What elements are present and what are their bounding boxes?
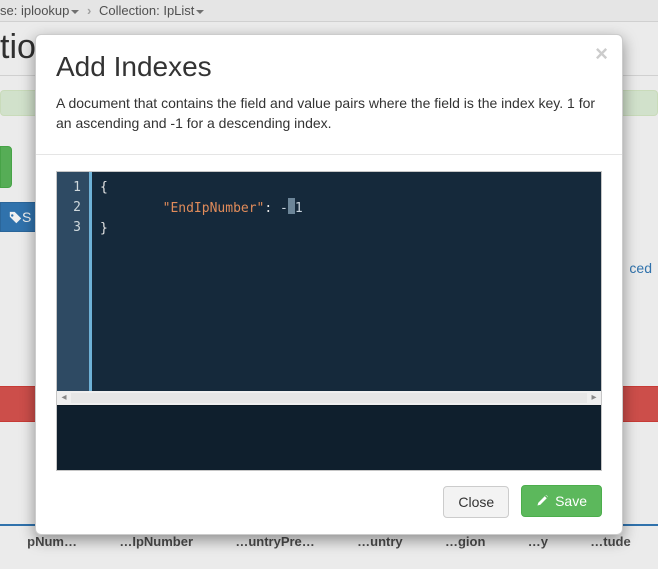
- code-content[interactable]: { "EndIpNumber": -1 }: [92, 172, 601, 391]
- scroll-left-icon[interactable]: ◂: [59, 393, 69, 403]
- close-button-label: Close: [458, 494, 494, 510]
- line-number: 2: [67, 198, 81, 218]
- close-button[interactable]: Close: [443, 486, 509, 518]
- line-number-gutter: 1 2 3: [57, 172, 92, 391]
- modal-subtitle: A document that contains the field and v…: [56, 93, 602, 134]
- save-button-label: Save: [555, 493, 587, 509]
- editor-bottom-panel: [57, 405, 601, 470]
- scroll-track[interactable]: [71, 393, 587, 403]
- text-cursor: [288, 198, 295, 214]
- line-number: 1: [67, 178, 81, 198]
- save-button[interactable]: Save: [521, 485, 602, 517]
- code-editor[interactable]: 1 2 3 { "EndIpNumber": -1 } ◂ ▸: [56, 171, 602, 471]
- horizontal-scrollbar[interactable]: ◂ ▸: [57, 391, 601, 405]
- code-colon: :: [264, 201, 280, 216]
- modal-header: Add Indexes A document that contains the…: [36, 35, 622, 142]
- close-icon[interactable]: ×: [595, 43, 608, 65]
- pencil-icon: [536, 494, 549, 507]
- line-number: 3: [67, 218, 81, 238]
- code-brace-open: {: [100, 180, 108, 195]
- code-value: -1: [280, 201, 303, 216]
- modal-overlay: × Add Indexes A document that contains t…: [0, 0, 658, 569]
- scroll-right-icon[interactable]: ▸: [589, 393, 599, 403]
- add-indexes-modal: × Add Indexes A document that contains t…: [35, 34, 623, 535]
- modal-footer: Close Save: [36, 471, 622, 535]
- modal-title: Add Indexes: [56, 51, 602, 83]
- code-brace-close: }: [100, 221, 108, 236]
- code-editor-scroll[interactable]: 1 2 3 { "EndIpNumber": -1 }: [57, 172, 601, 391]
- modal-body: 1 2 3 { "EndIpNumber": -1 } ◂ ▸: [36, 155, 622, 471]
- code-key: "EndIpNumber": [163, 201, 265, 216]
